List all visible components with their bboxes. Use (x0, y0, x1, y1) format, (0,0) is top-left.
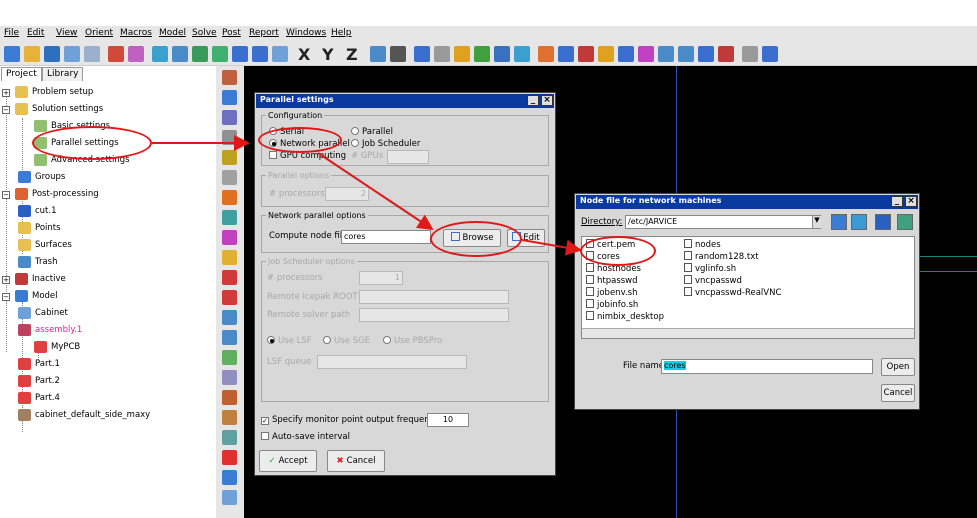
arrow-to-browse (317, 152, 434, 231)
annotation-arrows (152, 135, 582, 256)
arrow-to-cores (521, 239, 582, 256)
